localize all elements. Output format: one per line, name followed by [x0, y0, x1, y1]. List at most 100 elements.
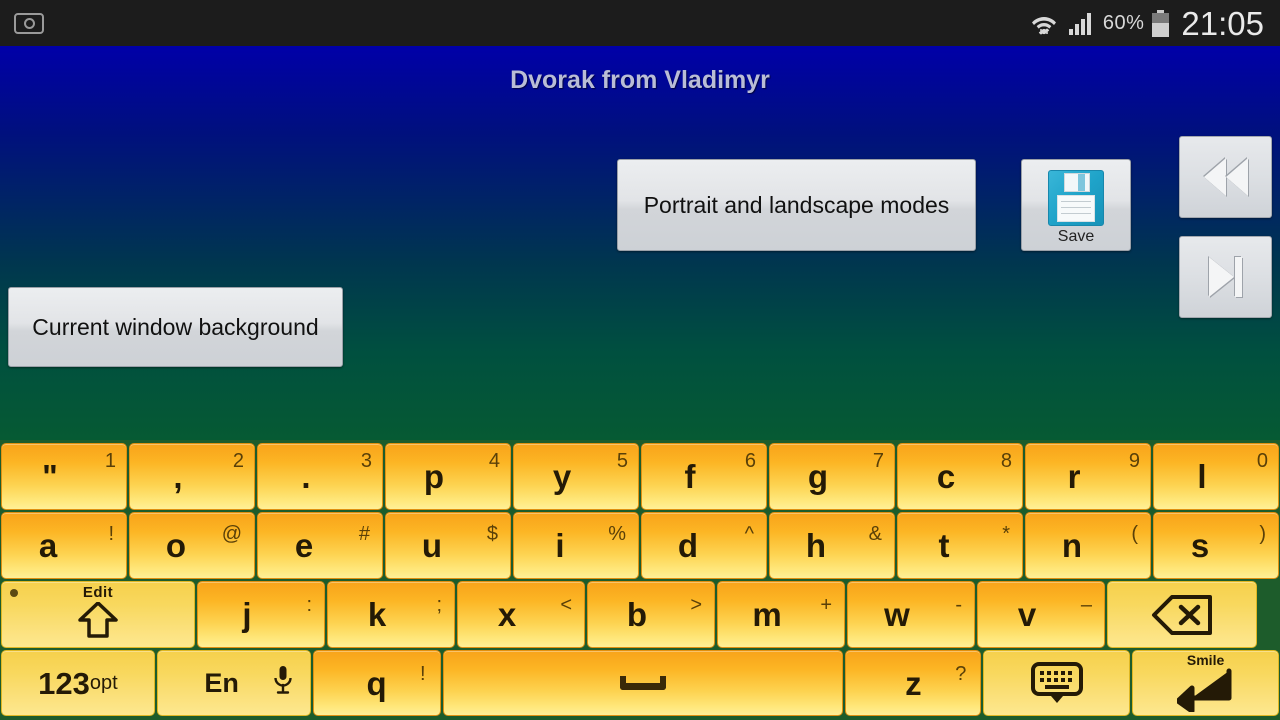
j-key[interactable]: j:	[197, 581, 325, 648]
app-window: Dvorak from Vladimyr Portrait and landsc…	[0, 46, 1280, 440]
key-sub-label: :	[306, 594, 312, 616]
android-status-bar: 60% 21:05	[0, 0, 1280, 46]
x-key[interactable]: x <	[457, 581, 585, 648]
current-window-background-button[interactable]: Current window background	[8, 287, 343, 367]
punct-key[interactable]: ,2	[129, 443, 255, 510]
key-sub-label: ^	[744, 523, 754, 545]
key-sub-label: -	[955, 594, 962, 616]
key-main-label: j	[242, 596, 252, 633]
battery-percentage: 60%	[1102, 11, 1145, 34]
key-main-label: v	[1017, 596, 1037, 633]
p-key[interactable]: p4	[385, 443, 511, 510]
numbers-key[interactable]: 123 opt	[1, 650, 155, 716]
y-key[interactable]: y5	[513, 443, 639, 510]
v-key[interactable]: v –	[977, 581, 1105, 648]
key-main-label: b	[626, 596, 648, 633]
q-key-sub-label: !	[420, 663, 426, 685]
key-main-label: i	[555, 527, 565, 564]
keyboard-row-3: Edit j: k; x < b > m + w - v –	[0, 580, 1280, 649]
portrait-landscape-modes-button[interactable]: Portrait and landscape modes	[617, 159, 976, 251]
key-main-label: a	[38, 527, 58, 564]
key-sub-label: *	[1002, 523, 1010, 545]
numbers-key-label: 123	[38, 665, 90, 701]
save-button-label: Save	[1057, 228, 1095, 245]
page-title: Dvorak from Vladimyr	[510, 66, 770, 94]
key-main-label: h	[805, 527, 827, 564]
key-sub-label: <	[560, 594, 572, 616]
shift-up-arrow-icon	[78, 602, 118, 638]
g-key[interactable]: g7	[769, 443, 895, 510]
punct-key[interactable]: .3	[257, 443, 383, 510]
l-key[interactable]: l0	[1153, 443, 1279, 510]
camera-icon	[14, 12, 44, 34]
microphone-icon[interactable]	[272, 665, 294, 700]
key-main-label: r	[1067, 458, 1081, 495]
save-button[interactable]: Save	[1021, 159, 1131, 251]
enter-icon	[1175, 668, 1235, 715]
backspace-key[interactable]	[1107, 581, 1257, 648]
status-bar-right: 60% 21:05	[1029, 7, 1280, 40]
key-sub-label: )	[1259, 523, 1266, 545]
z-key-sub-label: ?	[955, 663, 967, 685]
o-key[interactable]: o @	[129, 512, 255, 579]
i-key[interactable]: i%	[513, 512, 639, 579]
shift-key[interactable]: Edit	[1, 581, 195, 648]
skip-next-button[interactable]	[1179, 236, 1272, 318]
shift-indicator-dot	[10, 589, 18, 597]
key-main-label: l	[1197, 458, 1207, 495]
h-key[interactable]: h &	[769, 512, 895, 579]
rewind-icon	[1203, 158, 1248, 196]
e-key[interactable]: e #	[257, 512, 383, 579]
key-main-label: f	[684, 458, 696, 495]
key-sub-label: 7	[872, 450, 884, 472]
floppy-disk-icon	[1048, 170, 1104, 226]
d-key[interactable]: d ^	[641, 512, 767, 579]
n-key[interactable]: n(	[1025, 512, 1151, 579]
key-sub-label: %	[608, 523, 626, 545]
w-key[interactable]: w-	[847, 581, 975, 648]
rewind-button[interactable]	[1179, 136, 1272, 218]
c-key[interactable]: c8	[897, 443, 1023, 510]
key-sub-label: 6	[744, 450, 756, 472]
key-sub-label: 8	[1000, 450, 1012, 472]
language-key-label: En	[204, 667, 239, 698]
r-key[interactable]: r9	[1025, 443, 1151, 510]
a-key[interactable]: a!	[1, 512, 127, 579]
key-sub-label: 1	[104, 450, 116, 472]
enter-key-smile-label: Smile	[1186, 652, 1225, 668]
key-main-label: d	[677, 527, 699, 564]
b-key[interactable]: b >	[587, 581, 715, 648]
key-sub-label: 4	[488, 450, 500, 472]
screen: 60% 21:05 Dvorak from Vladimyr Portrait …	[0, 0, 1280, 720]
q-key-label: q	[366, 664, 387, 702]
keyboard-icon	[1030, 662, 1083, 704]
s-key[interactable]: s)	[1153, 512, 1279, 579]
key-main-label: w	[884, 596, 910, 633]
key-sub-label: (	[1131, 523, 1138, 545]
f-key[interactable]: f6	[641, 443, 767, 510]
on-screen-keyboard[interactable]: " 1, 2. 3 p 4 y 5 f 6 g 7 c 8 r 9 l 0 a! o @ e # u $ i% d ^ h & t * n(s…	[0, 440, 1280, 720]
key-main-label: p	[423, 458, 445, 495]
z-key[interactable]: z ?	[845, 650, 982, 716]
camera-lens	[23, 17, 35, 29]
key-sub-label: 0	[1256, 450, 1268, 472]
battery-icon	[1152, 9, 1170, 37]
keyboard-row-4: 123 opt En q ! z ? Smile	[0, 649, 1280, 717]
hide-keyboard-key[interactable]	[983, 650, 1131, 716]
enter-key[interactable]: Smile	[1132, 650, 1279, 716]
key-sub-label: >	[690, 594, 702, 616]
k-key[interactable]: k;	[327, 581, 455, 648]
key-main-label: y	[552, 458, 572, 495]
t-key[interactable]: t *	[897, 512, 1023, 579]
backspace-icon	[1152, 594, 1212, 635]
key-main-label: x	[497, 596, 517, 633]
key-main-label: k	[367, 596, 387, 633]
space-key[interactable]	[442, 650, 844, 716]
key-main-label: g	[807, 458, 829, 495]
q-key[interactable]: q !	[312, 650, 441, 716]
language-key[interactable]: En	[156, 650, 311, 716]
u-key[interactable]: u $	[385, 512, 511, 579]
punct-key[interactable]: " 1	[1, 443, 127, 510]
key-sub-label: 3	[360, 450, 372, 472]
m-key[interactable]: m +	[717, 581, 845, 648]
